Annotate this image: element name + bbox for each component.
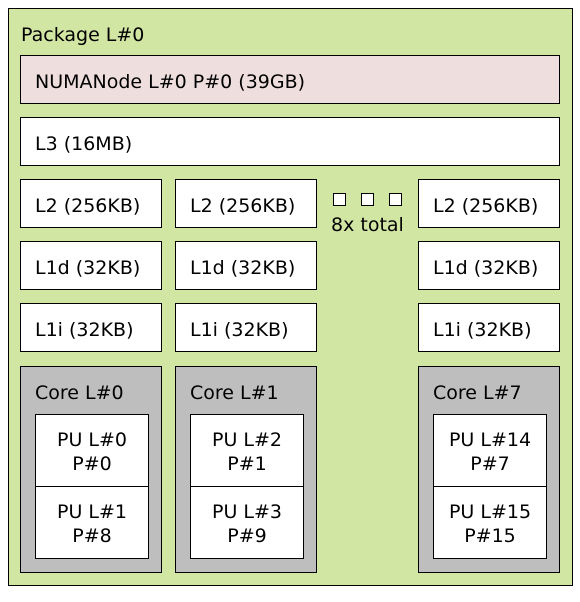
core-label: Core L#7	[433, 382, 522, 404]
pu-logical-label: PU L#15	[448, 501, 532, 523]
pu-box: PU L#14 P#7	[433, 414, 547, 487]
core-box: Core L#7 PU L#14 P#7 PU L#15 P#15	[418, 366, 560, 573]
collapsed-square-icon	[389, 193, 402, 206]
l1i-cache-label: L1i (32KB)	[190, 319, 289, 341]
core-box: Core L#1 PU L#2 P#1 PU L#3 P#9	[175, 366, 317, 573]
l1i-cache-box: L1i (32KB)	[175, 303, 317, 352]
pu-physical-label: P#7	[470, 453, 510, 475]
pu-box: PU L#3 P#9	[190, 486, 304, 559]
l1i-cache-label: L1i (32KB)	[433, 319, 532, 341]
package-label: Package L#0	[21, 24, 145, 46]
pu-physical-label: P#15	[464, 525, 516, 547]
core-label: Core L#1	[190, 382, 279, 404]
pu-logical-label: PU L#2	[212, 429, 282, 451]
pu-logical-label: PU L#14	[448, 429, 532, 451]
core-box: Core L#0 PU L#0 P#0 PU L#1 P#8	[20, 366, 162, 573]
l1d-cache-label: L1d (32KB)	[433, 257, 539, 279]
l1d-cache-label: L1d (32KB)	[190, 257, 296, 279]
l2-cache-label: L2 (256KB)	[433, 195, 539, 217]
core-label: Core L#0	[35, 382, 124, 404]
l2-cache-label: L2 (256KB)	[35, 195, 141, 217]
pu-physical-label: P#9	[227, 525, 267, 547]
pu-box: PU L#2 P#1	[190, 414, 304, 487]
pu-box: PU L#0 P#0	[35, 414, 149, 487]
l2-cache-box: L2 (256KB)	[418, 179, 560, 228]
l1i-cache-label: L1i (32KB)	[35, 319, 134, 341]
collapsed-count-label: 8x total	[331, 214, 404, 236]
pu-physical-label: P#0	[72, 453, 112, 475]
l1d-cache-label: L1d (32KB)	[35, 257, 141, 279]
pu-logical-label: PU L#3	[212, 501, 282, 523]
pu-box: PU L#15 P#15	[433, 486, 547, 559]
l1i-cache-box: L1i (32KB)	[418, 303, 560, 352]
collapsed-square-icon	[361, 193, 374, 206]
numa-node-label: NUMANode L#0 P#0 (39GB)	[35, 71, 306, 93]
numa-node-box: NUMANode L#0 P#0 (39GB)	[20, 55, 560, 104]
l1d-cache-box: L1d (32KB)	[175, 241, 317, 290]
l3-cache-label: L3 (16MB)	[35, 133, 133, 155]
pu-logical-label: PU L#0	[57, 429, 127, 451]
l2-cache-label: L2 (256KB)	[190, 195, 296, 217]
l3-cache-box: L3 (16MB)	[20, 117, 560, 166]
collapsed-square-icon	[333, 193, 346, 206]
l2-cache-box: L2 (256KB)	[175, 179, 317, 228]
pu-logical-label: PU L#1	[57, 501, 127, 523]
l2-cache-box: L2 (256KB)	[20, 179, 162, 228]
l1d-cache-box: L1d (32KB)	[20, 241, 162, 290]
pu-physical-label: P#8	[72, 525, 112, 547]
l1d-cache-box: L1d (32KB)	[418, 241, 560, 290]
pu-box: PU L#1 P#8	[35, 486, 149, 559]
pu-physical-label: P#1	[227, 453, 267, 475]
l1i-cache-box: L1i (32KB)	[20, 303, 162, 352]
